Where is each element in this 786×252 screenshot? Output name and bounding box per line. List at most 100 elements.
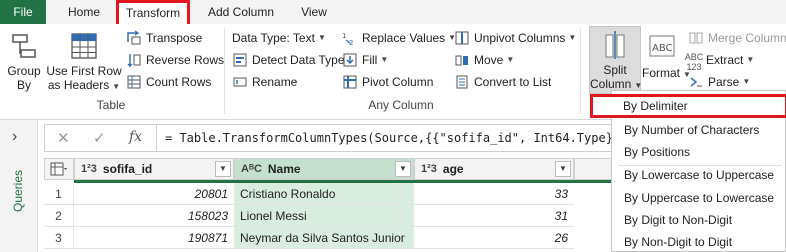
column-header-name[interactable]: AᴮC Name ▼ bbox=[234, 158, 414, 180]
table-headers-icon bbox=[71, 33, 97, 59]
cell-age[interactable]: 31 bbox=[414, 205, 574, 227]
abc-123-icon: ABC 123 bbox=[684, 52, 704, 72]
chevron-down-icon: ▼ bbox=[506, 55, 515, 64]
tab-home[interactable]: Home bbox=[58, 0, 110, 24]
move-dropdown[interactable]: Move ▼ bbox=[454, 50, 514, 70]
replace-values-button[interactable]: 12 Replace Values ▼ bbox=[342, 28, 456, 48]
convert-to-list-label: Convert to List bbox=[474, 75, 552, 89]
chevron-down-icon: ▼ bbox=[380, 55, 389, 64]
count-rows-button[interactable]: Count Rows bbox=[126, 72, 211, 92]
detect-data-type-label: Detect Data Type bbox=[252, 53, 345, 67]
column-header-label: sofifa_id bbox=[102, 162, 153, 176]
menu-item-by-digit-to-non-digit[interactable]: By Digit to Non-Digit bbox=[612, 209, 786, 231]
detect-data-type-button[interactable]: Detect Data Type bbox=[232, 50, 345, 70]
format-label: Format ▼ bbox=[642, 66, 691, 80]
cell-sofifa-id[interactable]: 190871 bbox=[74, 227, 234, 249]
split-column-label-1: Split bbox=[603, 63, 627, 77]
group-separator bbox=[580, 28, 581, 114]
first-row-label-2: as Headers ▼ bbox=[47, 78, 121, 92]
filter-dropdown-icon[interactable]: ▼ bbox=[215, 161, 231, 177]
reverse-rows-button[interactable]: Reverse Rows bbox=[126, 50, 224, 70]
cell-sofifa-id[interactable]: 20801 bbox=[74, 183, 234, 205]
menu-item-by-non-digit-to-digit[interactable]: By Non-Digit to Digit bbox=[612, 231, 786, 252]
tab-add-column[interactable]: Add Column bbox=[198, 0, 284, 24]
column-header-label: age bbox=[442, 162, 464, 176]
menu-item-by-uppercase-to-lowercase[interactable]: By Uppercase to Lowercase bbox=[612, 187, 786, 209]
row-number[interactable]: 2 bbox=[44, 205, 74, 227]
split-column-button[interactable]: Split Column ▼ bbox=[589, 26, 642, 94]
rename-icon bbox=[233, 77, 247, 87]
count-rows-label: Count Rows bbox=[146, 75, 212, 89]
chevron-down-icon: ▼ bbox=[568, 33, 577, 42]
table-group-label: Table bbox=[96, 98, 126, 112]
expand-chevron-icon[interactable]: › bbox=[12, 128, 17, 146]
filter-dropdown-icon[interactable]: ▼ bbox=[555, 161, 571, 177]
merge-columns-label: Merge Columns bbox=[708, 31, 786, 45]
reverse-rows-icon bbox=[127, 54, 141, 67]
confirm-icon[interactable]: ✓ bbox=[93, 129, 106, 147]
cancel-icon[interactable]: ✕ bbox=[57, 129, 70, 147]
menu-item-by-positions[interactable]: By Positions bbox=[612, 141, 786, 163]
text-type-icon[interactable]: AᴮC bbox=[241, 163, 262, 175]
detect-data-type-icon bbox=[233, 53, 247, 67]
merge-columns-button[interactable]: Merge Columns bbox=[688, 28, 786, 48]
replace-values-icon: 12 bbox=[342, 32, 353, 46]
data-type-label: Data Type: Text bbox=[232, 31, 315, 45]
replace-values-label: Replace Values bbox=[362, 31, 446, 45]
queries-panel-label[interactable]: Queries bbox=[11, 152, 27, 212]
column-header-next[interactable] bbox=[574, 158, 614, 180]
group-by-button[interactable]: Group By bbox=[4, 32, 44, 92]
transpose-button[interactable]: Transpose bbox=[126, 28, 202, 48]
reverse-rows-label: Reverse Rows bbox=[146, 53, 225, 67]
chevron-down-icon: ▼ bbox=[317, 33, 326, 42]
menu-item-by-number-of-characters[interactable]: By Number of Characters bbox=[612, 119, 786, 141]
unpivot-columns-button[interactable]: Unpivot Columns ▼ bbox=[454, 28, 576, 48]
menu-item-by-delimiter[interactable]: By Delimiter bbox=[590, 94, 786, 118]
format-dropdown[interactable]: ABC Format ▼ bbox=[642, 32, 691, 82]
cell-name[interactable]: Cristiano Ronaldo bbox=[234, 183, 414, 205]
whole-number-type-icon[interactable]: 1²3 bbox=[421, 163, 437, 175]
tab-file[interactable]: File bbox=[0, 0, 46, 24]
cell-sofifa-id[interactable]: 158023 bbox=[74, 205, 234, 227]
pivot-column-icon bbox=[343, 75, 357, 89]
cell-name[interactable]: Neymar da Silva Santos Junior bbox=[234, 227, 414, 249]
data-type-dropdown[interactable]: Data Type: Text ▼ bbox=[232, 28, 326, 48]
rename-button[interactable]: Rename bbox=[232, 72, 297, 92]
column-header-sofifa-id[interactable]: 1²3 sofifa_id ▼ bbox=[74, 158, 234, 180]
formula-input[interactable]: = Table.TransformColumnTypes(Source,{{"s… bbox=[165, 131, 620, 145]
cell-name[interactable]: Lionel Messi bbox=[234, 205, 414, 227]
unpivot-columns-label: Unpivot Columns bbox=[474, 31, 566, 45]
cell-age[interactable]: 26 bbox=[414, 227, 574, 249]
table-icon bbox=[50, 162, 67, 176]
count-rows-icon bbox=[127, 75, 141, 89]
fill-dropdown[interactable]: Fill ▼ bbox=[342, 50, 388, 70]
use-first-row-as-headers-button[interactable]: Use First Row as Headers ▼ bbox=[46, 32, 122, 94]
unpivot-columns-icon bbox=[455, 31, 469, 45]
pivot-column-button[interactable]: Pivot Column bbox=[342, 72, 433, 92]
svg-text:ABC: ABC bbox=[652, 43, 673, 54]
fx-icon[interactable]: fx bbox=[129, 129, 142, 145]
split-column-icon bbox=[605, 31, 625, 59]
merge-columns-icon bbox=[689, 32, 703, 44]
column-header-age[interactable]: 1²3 age ▼ bbox=[414, 158, 574, 180]
tab-transform[interactable]: Transform bbox=[116, 0, 190, 24]
parse-icon bbox=[690, 77, 702, 87]
row-number[interactable]: 1 bbox=[44, 183, 74, 205]
group-by-label-2: By bbox=[16, 78, 31, 92]
svg-text:1: 1 bbox=[342, 32, 346, 40]
group-by-icon bbox=[12, 34, 36, 58]
menu-item-by-lowercase-to-uppercase[interactable]: By Lowercase to Uppercase bbox=[612, 164, 786, 186]
fill-label: Fill bbox=[362, 53, 378, 67]
extract-dropdown[interactable]: Extract ▼ bbox=[706, 50, 754, 70]
cell-age[interactable]: 33 bbox=[414, 183, 574, 205]
formula-controls: ✕ ✓ fx bbox=[45, 125, 157, 151]
tab-view[interactable]: View bbox=[292, 0, 336, 24]
convert-to-list-button[interactable]: Convert to List bbox=[454, 72, 551, 92]
whole-number-type-icon[interactable]: 1²3 bbox=[81, 163, 97, 175]
filter-dropdown-icon[interactable]: ▼ bbox=[395, 161, 411, 177]
parse-dropdown[interactable]: Parse ▼ bbox=[688, 72, 750, 92]
row-number[interactable]: 3 bbox=[44, 227, 74, 249]
pivot-column-label: Pivot Column bbox=[362, 75, 434, 89]
transpose-icon bbox=[127, 30, 141, 45]
table-menu-button[interactable] bbox=[44, 158, 74, 180]
